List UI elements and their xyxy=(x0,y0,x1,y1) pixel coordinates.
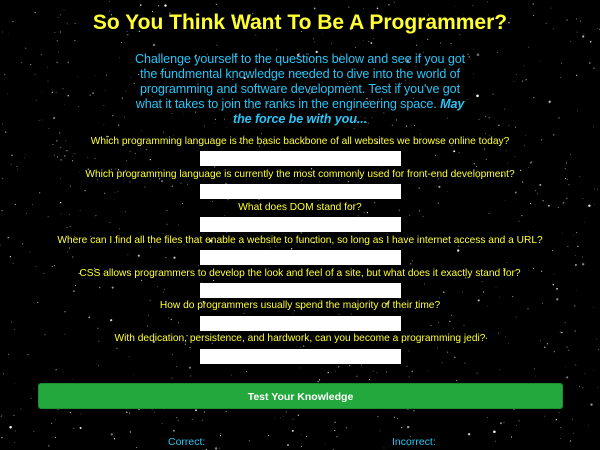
incorrect-count-label: Incorrect: xyxy=(392,436,436,448)
question-6-label: How do programmers usually spend the maj… xyxy=(159,300,441,311)
question-4-label: Where can I find all the files that enab… xyxy=(57,235,543,246)
question-5-answer-input[interactable] xyxy=(200,283,401,298)
question-7-label: With dedication, persistence, and hardwo… xyxy=(114,333,486,344)
question-3-label: What does DOM stand for? xyxy=(238,202,362,213)
question-7-answer-input[interactable] xyxy=(200,349,401,364)
correct-count-label: Correct: xyxy=(168,436,206,448)
question-2-label: Which programming language is currently … xyxy=(85,169,515,180)
question-6-answer-input[interactable] xyxy=(200,316,401,331)
page-title: So You Think Want To Be A Programmer? xyxy=(92,11,508,34)
question-1-label: Which programming language is the basic … xyxy=(90,136,510,147)
test-knowledge-button[interactable]: Test Your Knowledge xyxy=(38,383,563,409)
question-2-answer-input[interactable] xyxy=(200,184,401,199)
question-1-answer-input[interactable] xyxy=(200,151,401,166)
quiz-page: So You Think Want To Be A Programmer? Ch… xyxy=(0,0,600,450)
question-5-label: CSS allows programmers to develop the lo… xyxy=(79,268,521,279)
question-4-answer-input[interactable] xyxy=(200,250,401,265)
question-3-answer-input[interactable] xyxy=(200,217,401,232)
intro-paragraph: Challenge yourself to the questions belo… xyxy=(128,52,472,127)
intro-text: Challenge yourself to the questions belo… xyxy=(134,52,466,111)
